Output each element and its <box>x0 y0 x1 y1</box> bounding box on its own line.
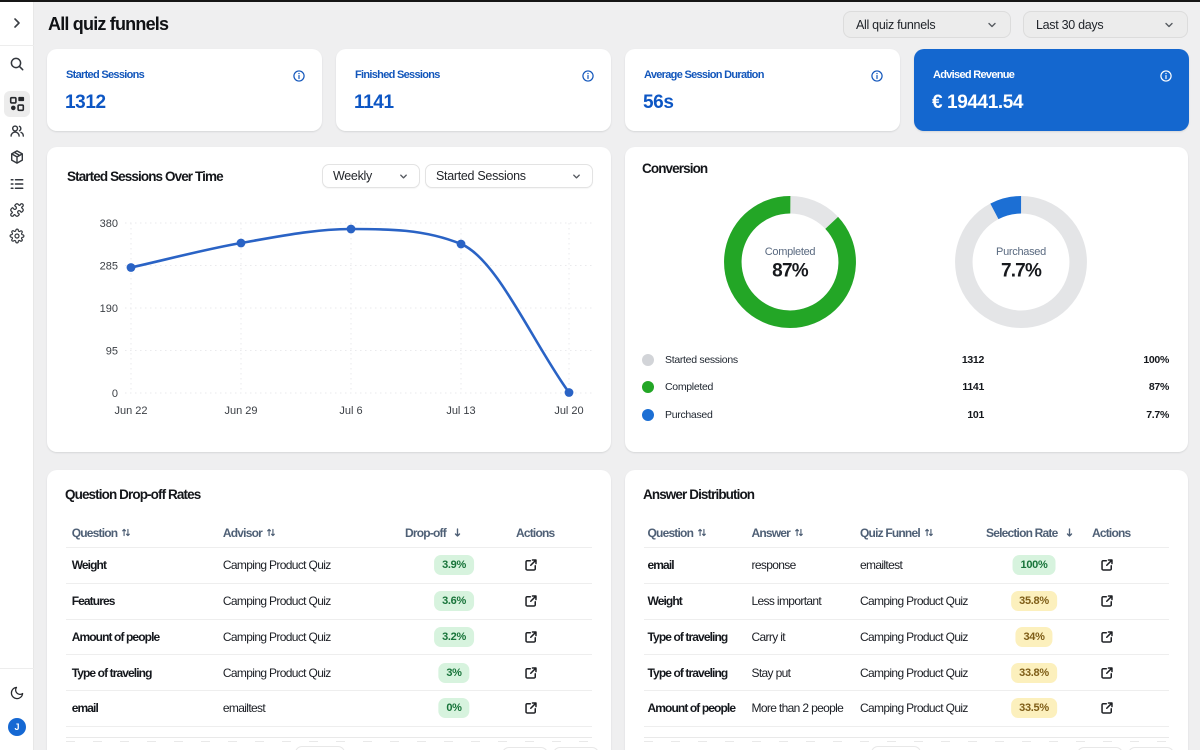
svg-text:Jul 6: Jul 6 <box>339 405 362 417</box>
svg-text:Jun 29: Jun 29 <box>224 405 257 417</box>
svg-text:380: 380 <box>100 218 118 230</box>
svg-text:Purchased: Purchased <box>996 246 1046 258</box>
svg-text:7.7%: 7.7% <box>1001 261 1042 282</box>
svg-text:285: 285 <box>100 261 118 273</box>
svg-text:Jul 20: Jul 20 <box>554 405 583 417</box>
svg-text:87%: 87% <box>772 261 809 282</box>
svg-text:Jun 22: Jun 22 <box>114 405 147 417</box>
svg-text:Jul 13: Jul 13 <box>446 405 475 417</box>
svg-text:Completed: Completed <box>765 246 816 258</box>
svg-text:0: 0 <box>112 388 118 400</box>
svg-text:95: 95 <box>106 346 118 358</box>
svg-text:190: 190 <box>100 303 118 315</box>
